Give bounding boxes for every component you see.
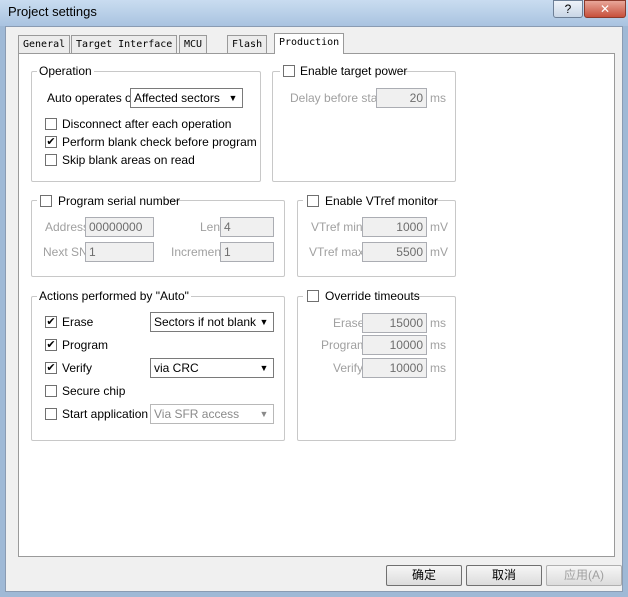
chevron-down-icon: ▼ [228, 93, 238, 103]
next-sn-field[interactable]: 1 [85, 242, 154, 262]
start-app-mode-select[interactable]: Via SFR access ▼ [150, 404, 274, 424]
chevron-down-icon: ▼ [259, 317, 269, 327]
increment-label: Increment [171, 245, 225, 259]
tab-flash[interactable]: Flash [227, 35, 268, 53]
len-field[interactable]: 4 [220, 217, 274, 237]
address-field[interactable]: 00000000 [85, 217, 154, 237]
tab-mcu[interactable]: MCU [179, 35, 208, 53]
vtref-min-field[interactable]: 1000 [362, 217, 427, 237]
vtref-label: Enable VTref monitor [325, 194, 438, 208]
next-sn-label: Next SN [43, 245, 88, 259]
program-label: Program [62, 338, 109, 352]
start-app-mode-value: Via SFR access [154, 407, 240, 421]
vtref-min-label: VTref min. [311, 220, 366, 234]
tab-general[interactable]: General [18, 35, 71, 53]
timeout-verify-unit: ms [430, 361, 446, 375]
serial-checkbox[interactable] [40, 195, 52, 207]
verify-mode-value: via CRC [154, 361, 199, 375]
target-power-group [272, 71, 456, 182]
increment-field[interactable]: 1 [220, 242, 274, 262]
timeout-verify-label: Verify [333, 361, 364, 375]
skip-blank-checkbox[interactable] [45, 154, 57, 166]
delay-unit: ms [430, 91, 446, 105]
disconnect-checkbox[interactable] [45, 118, 57, 130]
verify-label: Verify [62, 361, 93, 375]
tab-target-interface[interactable]: Target Interface [71, 35, 178, 53]
blank-check-label: Perform blank check before program [62, 135, 257, 149]
verify-checkbox[interactable]: ✔ [45, 362, 57, 374]
vtref-max-field[interactable]: 5500 [362, 242, 427, 262]
help-button[interactable]: ? [553, 0, 583, 18]
timeout-program-unit: ms [430, 338, 446, 352]
chevron-down-icon: ▼ [259, 409, 269, 419]
secure-chip-label: Secure chip [62, 384, 126, 398]
erase-checkbox[interactable]: ✔ [45, 316, 57, 328]
target-power-label: Enable target power [300, 64, 408, 78]
erase-label: Erase [62, 315, 94, 329]
auto-actions-title: Actions performed by "Auto" [37, 289, 191, 303]
timeouts-checkbox[interactable] [307, 290, 319, 302]
start-app-checkbox[interactable] [45, 408, 57, 420]
erase-mode-select[interactable]: Sectors if not blank ▼ [150, 312, 274, 332]
blank-check-checkbox[interactable]: ✔ [45, 136, 57, 148]
secure-chip-checkbox[interactable] [45, 385, 57, 397]
timeout-erase-unit: ms [430, 316, 446, 330]
auto-operates-value: Affected sectors [134, 91, 220, 105]
timeout-erase-field[interactable]: 15000 [362, 313, 427, 333]
window-title: Project settings [8, 4, 97, 19]
ok-button[interactable]: 确定 [386, 565, 462, 586]
vtref-min-unit: mV [430, 220, 448, 234]
vtref-max-unit: mV [430, 245, 448, 259]
vtref-group [297, 200, 456, 277]
vtref-checkbox[interactable] [307, 195, 319, 207]
skip-blank-label: Skip blank areas on read [62, 153, 195, 167]
serial-label: Program serial number [58, 194, 181, 208]
timeout-program-label: Program [321, 338, 368, 352]
tab-production[interactable]: Production [274, 33, 345, 54]
cancel-button[interactable]: 取消 [466, 565, 542, 586]
timeout-verify-field[interactable]: 10000 [362, 358, 427, 378]
address-label: Address [45, 220, 90, 234]
verify-mode-select[interactable]: via CRC ▼ [150, 358, 274, 378]
timeout-erase-label: Erase [333, 316, 365, 330]
serial-group [31, 200, 285, 277]
len-label: Len [200, 220, 221, 234]
apply-button[interactable]: 应用(A) [546, 565, 622, 586]
disconnect-label: Disconnect after each operation [62, 117, 232, 131]
target-power-checkbox[interactable] [283, 65, 295, 77]
vtref-max-label: VTref max. [309, 245, 368, 259]
auto-operates-select[interactable]: Affected sectors ▼ [130, 88, 243, 108]
delay-label: Delay before start [290, 91, 385, 105]
auto-operates-label: Auto operates on [47, 91, 139, 105]
timeout-program-field[interactable]: 10000 [362, 335, 427, 355]
operation-group-title: Operation [37, 64, 94, 78]
delay-field[interactable]: 20 [376, 88, 427, 108]
start-app-label: Start application [62, 407, 149, 421]
chevron-down-icon: ▼ [259, 363, 269, 373]
erase-mode-value: Sectors if not blank [154, 315, 257, 329]
program-checkbox[interactable]: ✔ [45, 339, 57, 351]
close-button[interactable]: ✕ [584, 0, 626, 18]
timeouts-label: Override timeouts [325, 289, 420, 303]
